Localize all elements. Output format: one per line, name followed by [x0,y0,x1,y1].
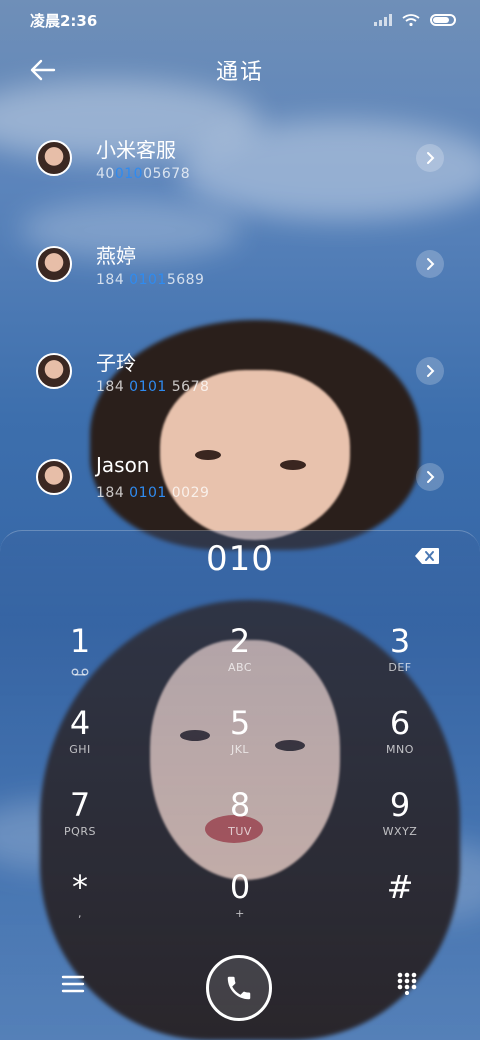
key-2[interactable]: 2 ABC [190,621,290,691]
key-letters: ABC [227,661,253,674]
number-match: 010 [114,166,144,182]
number-match: 0101 [129,485,167,501]
contact-number: 184 0101 0029 [96,485,209,501]
contact-number: 184 0101 5678 [96,379,209,395]
status-time: 凌晨2:36 [30,11,98,30]
backspace-icon[interactable] [414,547,440,565]
battery-icon [430,14,456,26]
key-letters: DEF [388,661,412,674]
number-suffix: 5678 [166,379,210,395]
key-1[interactable]: 1 [30,621,130,691]
contact-item[interactable]: 子玲 184 0101 5678 [0,337,480,407]
entered-number: 010 [206,539,274,579]
contact-name: 燕婷 [96,244,136,268]
page-title: 通话 [215,60,264,85]
number-suffix: 5689 [166,272,205,288]
key-letters: GHI [69,743,91,756]
chevron-right-icon[interactable] [416,144,444,172]
key-digit: 9 [389,786,411,824]
key-letters: + [235,907,245,920]
key-digit: 1 [69,622,91,660]
number-suffix: 0029 [166,485,210,501]
contact-name: 子玲 [96,351,136,375]
phone-icon [227,976,251,1000]
key-4[interactable]: 4 GHI [30,703,130,773]
keypad-icon[interactable] [396,971,418,995]
contact-name: Jason [96,453,150,477]
number-prefix: 40 [96,166,115,182]
key-9[interactable]: 9 WXYZ [350,785,450,855]
contact-item[interactable]: 小米客服 4001005678 [0,124,480,194]
key-5[interactable]: 5 JKL [190,703,290,773]
key-letters: PQRS [64,825,96,838]
key-letters: WXYZ [382,825,418,838]
avatar [36,459,72,495]
arrow-left-icon[interactable] [28,56,58,84]
key-8[interactable]: 8 TUV [190,785,290,855]
number-match: 0101 [129,379,167,395]
menu-icon[interactable] [60,973,86,995]
wifi-icon [402,14,420,26]
key-6[interactable]: 6 MNO [350,703,450,773]
key-digit: 6 [389,704,411,742]
chevron-right-icon[interactable] [416,463,444,491]
key-digit: * [72,868,88,906]
key-digit: 7 [69,786,91,824]
key-0[interactable]: 0 + [190,867,290,937]
avatar [36,140,72,176]
number-prefix: 184 [96,272,130,288]
contact-number: 184 01015689 [96,272,204,288]
number-suffix: 05678 [143,166,191,182]
chevron-right-icon[interactable] [416,250,444,278]
number-prefix: 184 [96,485,130,501]
bottom-action-bar [0,951,480,1021]
contact-item[interactable]: Jason 184 0101 0029 [0,443,480,513]
key-hash[interactable]: # [350,867,450,937]
key-digit: 8 [229,786,251,824]
key-digit: 3 [389,622,411,660]
number-prefix: 184 [96,379,130,395]
number-match: 0101 [129,272,167,288]
key-digit: 4 [69,704,91,742]
contact-name: 小米客服 [96,138,176,162]
key-digit: 2 [229,622,251,660]
key-letters: , [78,907,82,920]
key-digit: # [386,868,414,906]
avatar [36,246,72,282]
key-digit: 0 [229,868,251,906]
dial-panel: 010 1 2 ABC 3 DEF 4 GHI 5 JKL 6 MNO 7 PQ… [0,530,480,1040]
key-7[interactable]: 7 PQRS [30,785,130,855]
header: 通话 [0,48,480,92]
call-button[interactable] [206,955,272,1021]
signal-icon [374,14,392,26]
contact-item[interactable]: 燕婷 184 01015689 [0,230,480,300]
status-icons [374,14,456,26]
status-bar: 凌晨2:36 [0,0,480,40]
chevron-right-icon[interactable] [416,357,444,385]
key-digit: 5 [229,704,251,742]
key-letters: MNO [386,743,414,756]
voicemail-icon [71,668,89,676]
avatar [36,353,72,389]
key-3[interactable]: 3 DEF [350,621,450,691]
key-letters: TUV [228,825,252,838]
contact-number: 4001005678 [96,166,190,182]
key-star[interactable]: * , [30,867,130,937]
key-letters: JKL [230,743,250,756]
